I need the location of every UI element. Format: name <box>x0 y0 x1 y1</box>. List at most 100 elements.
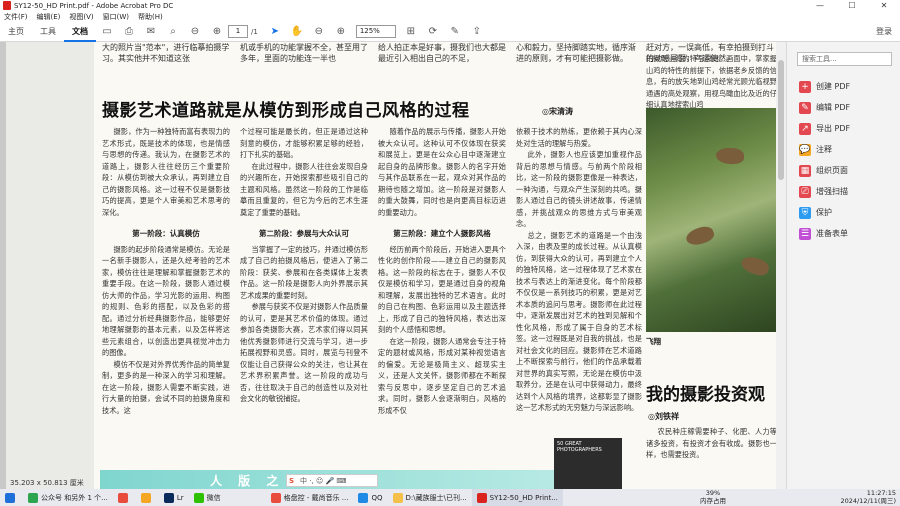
zoom-out-icon[interactable]: ⊖ <box>310 25 328 39</box>
tool-label: 编辑 PDF <box>816 103 851 112</box>
tool-protect[interactable]: ⛨ 保护 <box>787 202 900 223</box>
bird-shape <box>716 148 744 164</box>
section-heading: 第一阶段：认真模仿 <box>132 229 200 238</box>
signin-link[interactable]: 登录 <box>876 22 892 42</box>
top-fragment: 机或手机的功能掌握不全，甚至用了多年，里面的功能连一半也 <box>240 43 368 63</box>
menu-file[interactable]: 文件(F) <box>0 12 33 22</box>
app-icon <box>117 492 128 503</box>
tab-document[interactable]: 文档 <box>64 22 96 42</box>
menu-view[interactable]: 视图(V) <box>65 12 98 22</box>
windows-icon <box>5 492 15 503</box>
zoom-in-icon[interactable]: ⊕ <box>332 25 350 39</box>
taskbar-label: QQ <box>371 493 383 502</box>
taskbar-item[interactable]: D:\藏族服士\已刊... <box>388 489 472 506</box>
document-area: 大的照片当"范本"，进行临摹拍摄学习。其实他并不知道这张 机或手机的功能掌握不全… <box>6 42 789 489</box>
article2-column: 农民种庄稼需要种子、化肥、人力等诸多投资，有投资才会有收成。摄影也一样，也需要投… <box>646 426 777 461</box>
section-heading: 第三阶段：建立个人摄影风格 <box>393 229 491 238</box>
paragraph: 农民种庄稼需要种子、化肥、人力等诸多投资，有投资才会有收成。摄影也一样，也需要投… <box>646 427 777 459</box>
folder-icon <box>392 492 403 503</box>
paragraph: 总之，摄影艺术的道路是一个由浅入深，由表及里的成长过程。从认真模仿，到获得大众的… <box>516 230 642 413</box>
windows-taskbar: 公众号 和另外 1 个... Lr 微信 格盘控 - 戴尚音乐 ... QQ D… <box>0 489 900 506</box>
tool-organize-pages[interactable]: ▦ 组织页面 <box>787 160 900 181</box>
tool-label: 创建 PDF <box>816 82 851 91</box>
tab-home[interactable]: 主页 <box>0 22 32 42</box>
menu-window[interactable]: 窗口(W) <box>99 12 134 22</box>
taskbar-item[interactable]: 格盘控 - 戴尚音乐 ... <box>266 489 354 506</box>
bird-photo <box>646 108 777 332</box>
next-page-icon[interactable]: ⊕ <box>208 25 226 39</box>
taskbar-item[interactable]: Lr <box>159 489 189 506</box>
share-icon[interactable]: ⇪ <box>468 25 486 39</box>
lightroom-icon <box>163 492 174 503</box>
tools-search-input[interactable]: 搜索工具... <box>797 52 892 66</box>
rotate-icon[interactable]: ⟳ <box>424 25 442 39</box>
paragraph: 依赖于技术的熟练，更依赖于其内心深处对生活的理解与热爱。 <box>516 127 642 148</box>
window-title: SY12-50_HD Print.pdf - Adobe Acrobat Pro… <box>14 1 174 10</box>
taskbar-item[interactable]: 微信 <box>189 489 226 506</box>
qq-icon <box>358 492 369 503</box>
minimize-button[interactable]: — <box>804 0 836 11</box>
taskbar-item[interactable] <box>136 489 159 506</box>
close-button[interactable]: ✕ <box>868 0 900 11</box>
email-icon[interactable]: ✉ <box>142 25 160 39</box>
ime-toolbar[interactable]: S 中 ·, ☺ 🎤 ⌨ <box>286 474 378 487</box>
tool-edit-pdf[interactable]: ✎ 编辑 PDF <box>787 97 900 118</box>
taskbar-label: SY12-50_HD Print... <box>489 493 558 502</box>
book-title: 50 GREAT PHOTOGRAPHERS <box>557 441 602 453</box>
page-number-input[interactable]: 1 <box>228 25 248 38</box>
clock-date: 2024/12/11(周三) <box>840 497 896 505</box>
tool-label: 注释 <box>816 145 832 154</box>
shield-icon: ⛨ <box>799 206 811 219</box>
paragraph: 在这一阶段，摄影人通常会专注于特定的题材或风格，形成对某种视觉语言的偏爱。无论是… <box>378 336 506 415</box>
taskbar-label: Lr <box>176 493 184 502</box>
taskbar-item[interactable]: 公众号 和另外 1 个... <box>23 489 113 506</box>
top-fragment: 大的照片当"范本"，进行临摹拍摄学习。其实他并不知道这张 <box>102 43 230 63</box>
system-clock[interactable]: 11:27:15 2024/12/11(周三) <box>840 489 896 506</box>
paragraph: 参展与获奖不仅是对摄影人作品质量的认可，更是其艺术价值的体现。通过参加各类摄影大… <box>240 302 368 403</box>
ime-tools-icon[interactable]: 中 ·, ☺ 🎤 ⌨ <box>300 476 346 486</box>
taskbar-item[interactable] <box>113 489 136 506</box>
tool-prepare-form[interactable]: ☰ 准备表单 <box>787 223 900 244</box>
wechat-icon <box>193 492 204 503</box>
form-icon: ☰ <box>799 227 811 240</box>
tool-label: 增强扫描 <box>816 187 848 196</box>
menu-edit[interactable]: 编辑(E) <box>33 12 66 22</box>
paragraph: 随着作品的展示与传播，摄影人开始被大众认可。这种认可不仅体现在获奖和展览上，更是… <box>378 127 506 217</box>
right-column-top: 拍摄到山鸡的特写瞬间。画面中，掌家握山鸡的特性的前提下，依据老乡反馈的信息，有的… <box>646 54 777 109</box>
scan-icon: ⎚ <box>799 185 811 198</box>
sign-icon[interactable]: ✎ <box>446 25 464 39</box>
tool-comment[interactable]: 💬 注释 <box>787 139 900 160</box>
tab-tools[interactable]: 工具 <box>32 22 64 42</box>
save-icon[interactable]: ▭ <box>98 25 116 39</box>
page-total: /1 <box>251 27 258 36</box>
hand-tool-icon[interactable]: ✋ <box>288 25 306 39</box>
tool-enhance-scan[interactable]: ⎚ 增强扫描 <box>787 181 900 202</box>
article2-author: ◎刘铁祥 <box>648 412 679 421</box>
memory-label: 内存占用 <box>700 497 726 505</box>
search-icon[interactable]: ⌕ <box>164 25 182 39</box>
memory-indicator: 39% 内存占用 <box>700 489 726 505</box>
fit-page-icon[interactable]: ⊞ <box>402 25 420 39</box>
maximize-button[interactable]: ☐ <box>836 0 868 11</box>
book-cover: 50 GREAT PHOTOGRAPHERS <box>554 438 622 489</box>
select-cursor-icon[interactable]: ➤ <box>266 25 284 39</box>
print-icon[interactable]: ⎙ <box>120 25 138 39</box>
edit-pdf-icon: ✎ <box>799 101 811 114</box>
taskbar-label: 微信 <box>206 493 221 502</box>
taskbar-item[interactable]: SY12-50_HD Print... <box>471 489 563 506</box>
tool-create-pdf[interactable]: + 创建 PDF <box>787 76 900 97</box>
paragraph: 模仿不仅是对外界优秀作品的简单复制，更多的是一种深入的学习和理解。在这一阶段，摄… <box>102 359 230 415</box>
scrollbar-thumb[interactable] <box>778 60 784 180</box>
prev-page-icon[interactable]: ⊖ <box>186 25 204 39</box>
main-toolbar: 主页 工具 文档 ▭ ⎙ ✉ ⌕ ⊖ ⊕ 1 /1 ➤ ✋ ⊖ ⊕ 125% ⊞… <box>0 22 900 42</box>
menu-help[interactable]: 帮助(H) <box>134 12 168 22</box>
export-pdf-icon: ↗ <box>799 122 811 135</box>
zoom-select[interactable]: 125% <box>355 25 396 38</box>
tool-export-pdf[interactable]: ↗ 导出 PDF <box>787 118 900 139</box>
taskbar-item[interactable]: QQ <box>353 489 387 506</box>
menu-bar: 文件(F) 编辑(E) 视图(V) 窗口(W) 帮助(H) <box>0 11 900 22</box>
paragraph: 此外，摄影人也应该更加重视作品背后的思想与情感。与前两个阶段相比，这一阶段的摄影… <box>516 150 642 228</box>
start-button[interactable] <box>0 489 23 506</box>
paragraph: 摄影的起步阶段通常是模仿。无论是一名新手摄影人，还是久经考验的艺术家，模仿往往是… <box>102 244 230 358</box>
tool-label: 保护 <box>816 208 832 217</box>
